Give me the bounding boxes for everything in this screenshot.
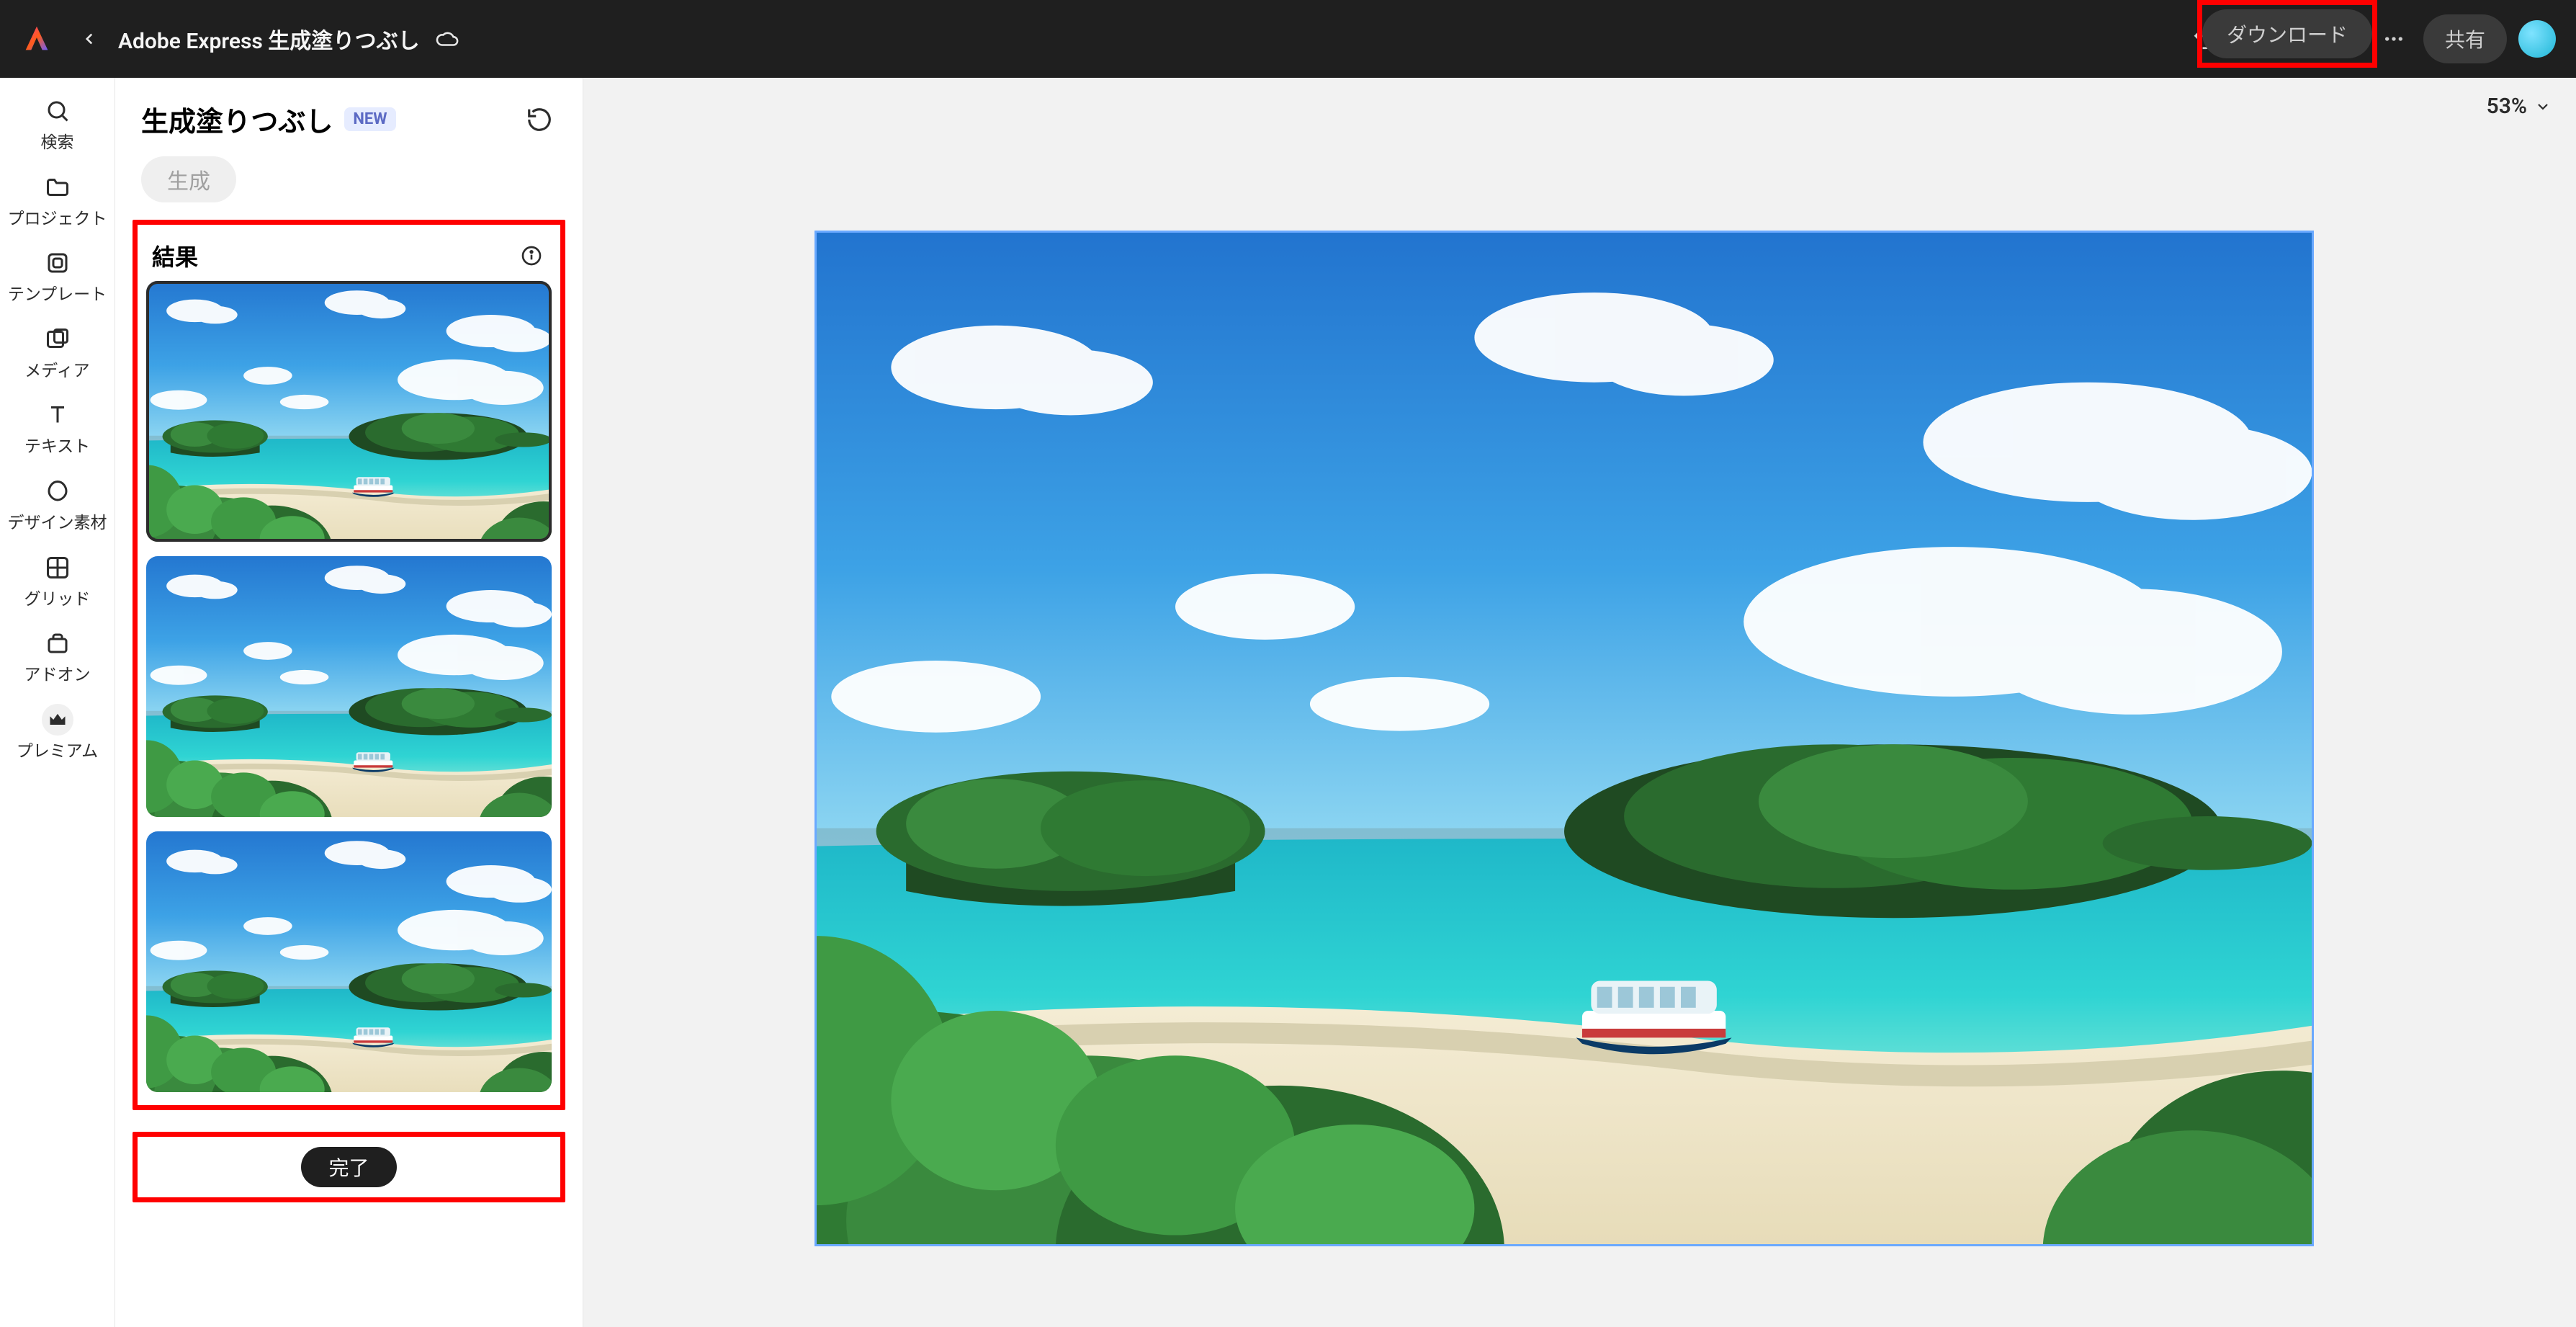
document-title: Adobe Express 生成塗りつぶし (118, 23, 420, 55)
user-avatar[interactable] (2518, 20, 2556, 58)
rail-addons[interactable]: アドオン (0, 627, 115, 685)
canvas-area: 53% (583, 78, 2576, 1327)
zoom-control[interactable]: 53% (2487, 94, 2552, 119)
adobe-express-logo[interactable] (20, 22, 53, 55)
rail-label: プレミアム (12, 741, 102, 761)
left-nav-rail: 検索 プロジェクト テンプレート メディア テキスト (0, 78, 115, 1327)
new-badge: NEW (344, 107, 395, 131)
cloud-sync-icon[interactable] (433, 24, 462, 53)
rail-media[interactable]: メディア (0, 323, 115, 381)
zoom-value: 53% (2487, 94, 2527, 119)
rail-templates[interactable]: テンプレート (0, 247, 115, 305)
annotation-8-box: ダウンロード (2197, 0, 2377, 68)
rail-label: アドオン (20, 665, 95, 685)
share-button[interactable]: 共有 (2423, 14, 2507, 63)
result-thumbnail-2[interactable] (146, 556, 552, 817)
done-button[interactable]: 完了 (301, 1147, 396, 1187)
rail-elements[interactable]: デザイン素材 (0, 475, 115, 533)
text-icon (42, 399, 73, 431)
artboard[interactable] (817, 233, 2312, 1244)
rail-text[interactable]: テキスト (0, 399, 115, 457)
reset-button[interactable] (522, 102, 557, 137)
premium-crown-icon (42, 704, 73, 736)
rail-label: デザイン素材 (4, 513, 112, 533)
more-menu-button[interactable] (2376, 21, 2412, 57)
search-icon (42, 95, 73, 127)
canvas-image (817, 233, 2312, 1244)
rail-projects[interactable]: プロジェクト (0, 171, 115, 229)
shapes-icon (42, 475, 73, 507)
rail-label: プロジェクト (4, 209, 112, 229)
media-icon (42, 323, 73, 355)
download-button[interactable]: ダウンロード (2202, 9, 2372, 58)
generative-fill-panel: 生成塗りつぶし NEW 生成 結果 (115, 78, 583, 1327)
result-thumbnail-3[interactable] (146, 831, 552, 1092)
addons-icon (42, 627, 73, 659)
done-section: 完了 (133, 1132, 565, 1202)
chevron-down-icon (2534, 98, 2552, 115)
rail-label: メディア (20, 361, 94, 381)
grid-icon (42, 552, 73, 584)
rail-search[interactable]: 検索 (0, 95, 115, 153)
template-icon (42, 247, 73, 279)
app-header: Adobe Express 生成塗りつぶし ダウンロード 共有 (0, 0, 2576, 78)
result-thumbnail-1[interactable] (146, 281, 552, 542)
folder-icon (42, 171, 73, 203)
rail-grid[interactable]: グリッド (0, 552, 115, 609)
info-button[interactable] (517, 241, 546, 270)
rail-premium[interactable]: プレミアム (0, 704, 115, 761)
results-section: 結果 (133, 220, 565, 1110)
results-label: 結果 (152, 239, 198, 272)
rail-label: テンプレート (4, 285, 111, 305)
rail-label: 検索 (37, 133, 78, 153)
generate-button[interactable]: 生成 (141, 156, 236, 202)
rail-label: グリッド (20, 589, 95, 609)
rail-label: テキスト (20, 437, 94, 457)
back-button[interactable] (73, 23, 105, 55)
panel-title: 生成塗りつぶし (141, 99, 333, 139)
